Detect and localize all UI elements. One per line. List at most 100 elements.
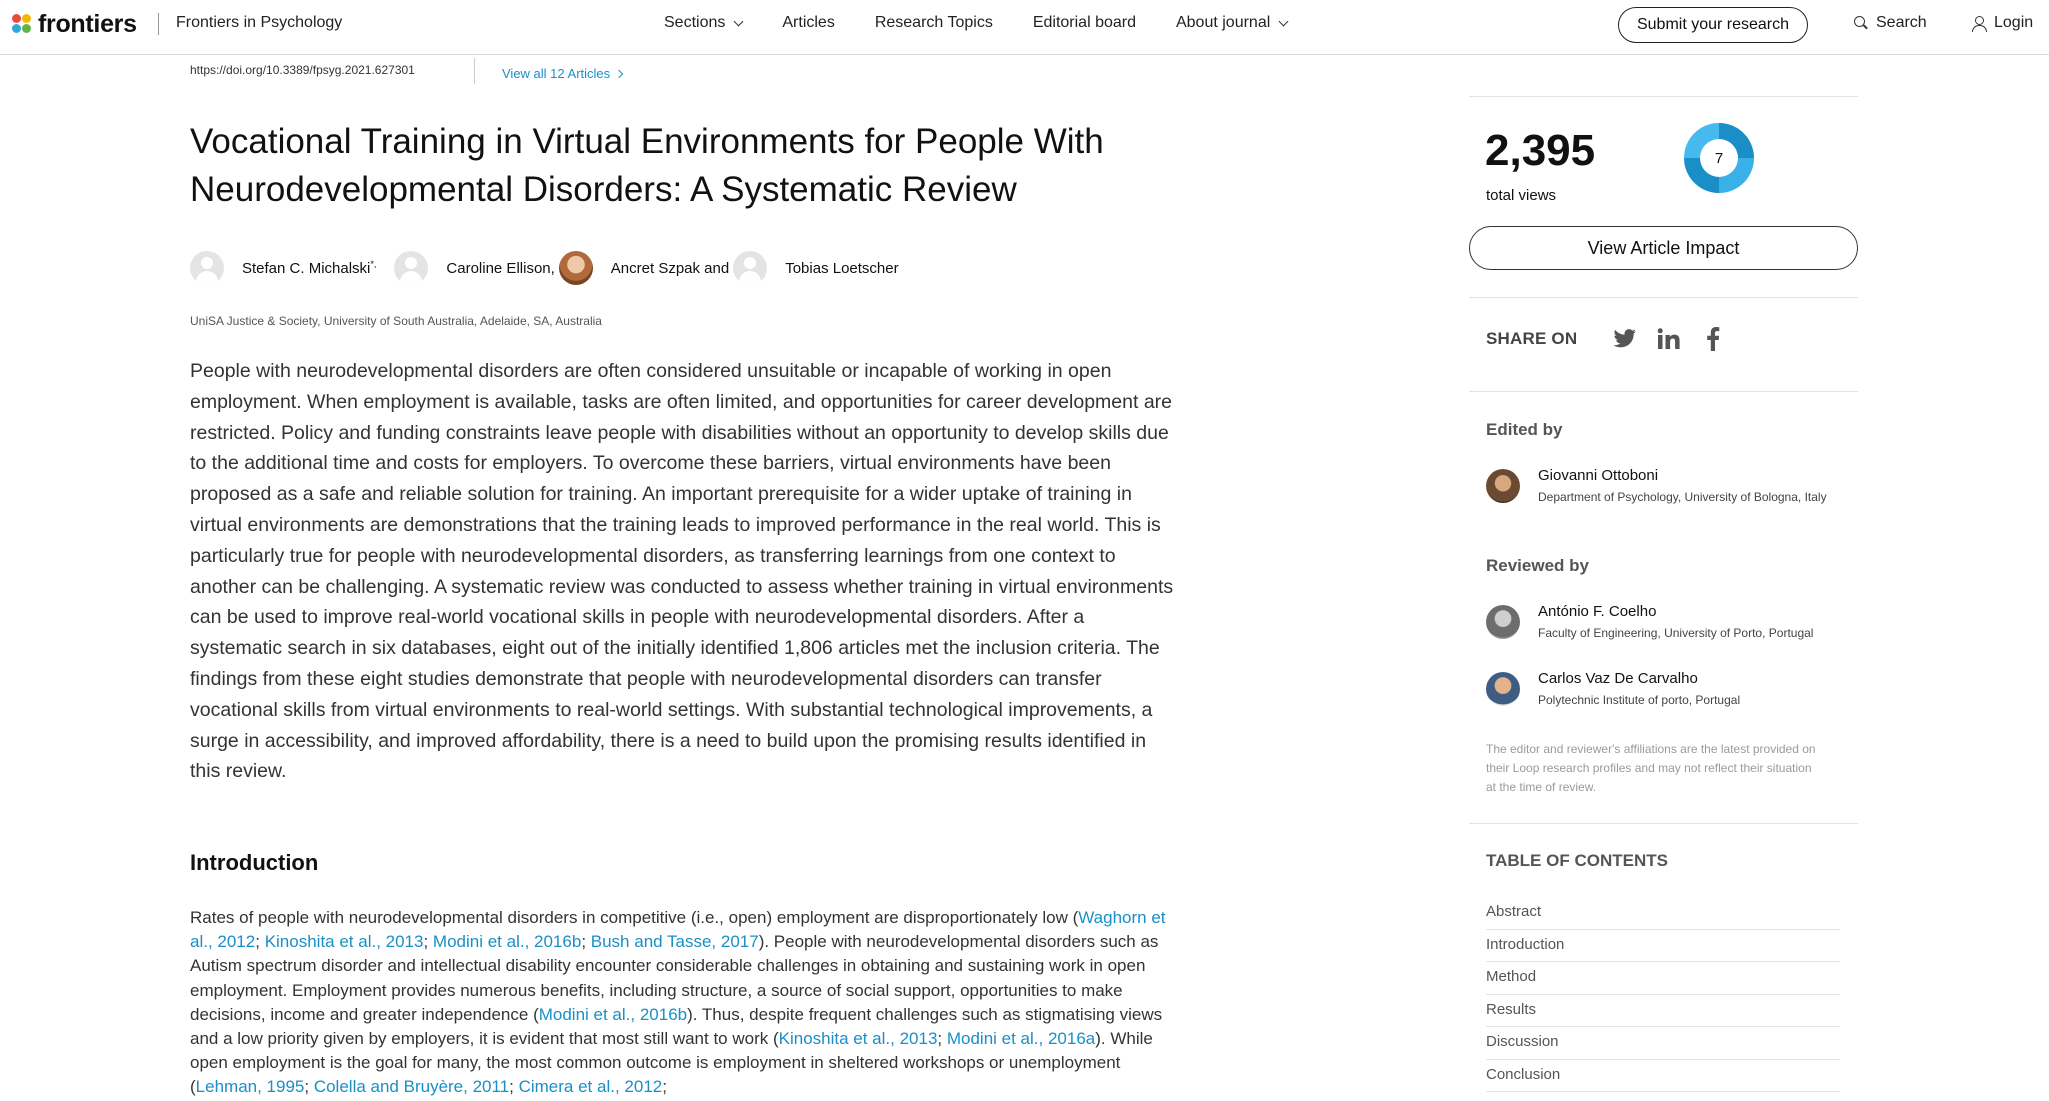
user-icon	[1972, 15, 1987, 32]
citation-link[interactable]: Bush and Tasse, 2017	[591, 932, 759, 951]
intro-text: ;	[662, 1077, 667, 1097]
facebook-icon[interactable]	[1700, 326, 1726, 352]
toc-item-abstract[interactable]: Abstract	[1486, 897, 1840, 930]
nav-item-label: About journal	[1175, 14, 1271, 31]
chevron-down-icon	[1278, 16, 1289, 26]
share-icons	[1612, 326, 1726, 352]
reviewer-affiliation: Faculty of Engineering, University of Po…	[1538, 626, 1814, 640]
edited-by-heading: Edited by	[1486, 420, 1563, 439]
citation-link[interactable]: Modini et al., 2016b	[539, 1005, 687, 1024]
sidebar-divider	[1469, 391, 1858, 392]
author-affiliation: UniSA Justice & Society, University of S…	[190, 314, 602, 328]
total-views-count: 2,395	[1485, 126, 1596, 175]
table-of-contents: Abstract Introduction Method Results Dis…	[1486, 897, 1840, 1092]
nav-item-label: Articles	[782, 14, 835, 31]
toc-item-results[interactable]: Results	[1486, 995, 1840, 1027]
toc-item-introduction[interactable]: Introduction	[1486, 930, 1840, 962]
twitter-icon[interactable]	[1612, 326, 1638, 352]
article-title: Vocational Training in Virtual Environme…	[190, 122, 1104, 209]
intro-text: ;	[304, 1077, 314, 1097]
sidebar-divider	[1469, 297, 1858, 298]
frontiers-logo-icon	[12, 13, 34, 36]
search-icon	[1854, 16, 1868, 30]
citation-link[interactable]: Lehman, 1995	[196, 1077, 305, 1096]
intro-text: ;	[423, 932, 433, 952]
intro-text: ;	[509, 1077, 519, 1097]
header-divider	[158, 13, 159, 35]
toc-item-conclusion[interactable]: Conclusion	[1486, 1060, 1840, 1092]
nav-item-about-journal[interactable]: About journal	[1175, 14, 1289, 32]
search-label: Search	[1876, 14, 1927, 31]
share-label: SHARE ON	[1486, 329, 1578, 348]
main-nav: Sections Articles Research Topics Editor…	[664, 14, 1327, 32]
doi-link[interactable]: https://doi.org/10.3389/fpsyg.2021.62730…	[190, 63, 415, 77]
intro-text: ;	[937, 1029, 947, 1049]
nav-item-label: Editorial board	[1032, 14, 1136, 31]
chevron-down-icon	[733, 16, 744, 26]
journal-name-link[interactable]: Frontiers in Psychology	[176, 14, 342, 32]
nav-item-research-topics[interactable]: Research Topics	[875, 14, 993, 32]
nav-item-editorial-board[interactable]: Editorial board	[1033, 14, 1136, 32]
citation-link[interactable]: Modini et al., 2016a	[947, 1029, 1095, 1048]
reviewer-avatar	[1486, 672, 1520, 706]
citation-link[interactable]: Colella and Bruyère, 2011	[314, 1077, 509, 1096]
reviewer-name: António F. Coelho	[1538, 603, 1657, 620]
intro-text: ;	[255, 932, 265, 952]
nav-item-label: Sections	[664, 14, 726, 31]
author-list: Stefan C. Michalski*, Caroline Ellison, …	[190, 250, 917, 286]
reviewer-affiliation: Polytechnic Institute of porto, Portugal	[1538, 693, 1741, 707]
sidebar-divider	[1469, 823, 1858, 824]
editor-entry[interactable]: Giovanni Ottoboni Department of Psycholo…	[1486, 465, 1858, 506]
introduction-heading: Introduction	[190, 850, 319, 875]
author-link[interactable]: Ancret Szpak and	[611, 260, 729, 277]
total-views-label: total views	[1486, 187, 1557, 204]
top-navigation-bar: frontiers Frontiers in Psychology Sectio…	[0, 0, 2049, 55]
editor-name: Giovanni Ottoboni	[1538, 467, 1659, 484]
author-avatar[interactable]	[190, 251, 224, 285]
toc-item-method[interactable]: Method	[1486, 962, 1840, 995]
author-name: Stefan C. Michalski	[242, 260, 371, 277]
intro-text: ;	[581, 932, 591, 952]
author-marker: *,	[370, 259, 377, 269]
frontiers-logo[interactable]: frontiers	[12, 10, 137, 39]
view-all-articles-link[interactable]: View all 12 Articles	[502, 66, 624, 81]
search-button[interactable]: Search	[1854, 14, 1927, 32]
nav-item-articles[interactable]: Articles	[782, 14, 834, 32]
introduction-text: Rates of people with neurodevelopmental …	[190, 906, 1180, 1100]
author-avatar[interactable]	[733, 251, 768, 285]
nav-item-sections[interactable]: Sections	[664, 14, 744, 32]
altmetric-score: 7	[1700, 139, 1738, 177]
meta-divider	[474, 58, 475, 84]
altmetric-donut[interactable]: 7	[1684, 123, 1754, 193]
author-link[interactable]: Stefan C. Michalski*,	[242, 259, 376, 277]
editor-affiliation: Department of Psychology, University of …	[1538, 490, 1827, 504]
view-article-impact-button[interactable]: View Article Impact	[1469, 226, 1858, 270]
view-all-label: View all 12 Articles	[502, 66, 611, 81]
toc-item-discussion[interactable]: Discussion	[1486, 1027, 1840, 1060]
citation-link[interactable]: Kinoshita et al., 2013	[779, 1029, 938, 1048]
reviewed-by-heading: Reviewed by	[1486, 556, 1589, 575]
sidebar-divider	[1469, 96, 1858, 97]
author-avatar[interactable]	[394, 251, 429, 285]
affiliation-disclaimer: The editor and reviewer's affiliations a…	[1486, 742, 1816, 794]
citation-link[interactable]: Kinoshita et al., 2013	[265, 932, 424, 951]
reviewer-entry[interactable]: António F. Coelho Faculty of Engineering…	[1486, 601, 1858, 642]
login-label: Login	[1994, 14, 2034, 31]
abstract-text: People with neurodevelopmental disorders…	[190, 360, 1174, 783]
reviewer-avatar	[1486, 605, 1520, 639]
chevron-right-icon	[614, 69, 624, 78]
logo-text: frontiers	[38, 10, 137, 38]
linkedin-icon[interactable]	[1656, 326, 1682, 352]
login-button[interactable]: Login	[1972, 14, 2033, 32]
intro-text: Rates of people with neurodevelopmental …	[190, 908, 1079, 927]
reviewer-entry[interactable]: Carlos Vaz De Carvalho Polytechnic Insti…	[1486, 668, 1858, 709]
citation-link[interactable]: Modini et al., 2016b	[433, 932, 581, 951]
table-of-contents-heading: TABLE OF CONTENTS	[1486, 851, 1668, 870]
citation-link[interactable]: Cimera et al., 2012	[519, 1077, 663, 1096]
author-link[interactable]: Caroline Ellison,	[446, 260, 554, 277]
reviewer-name: Carlos Vaz De Carvalho	[1538, 670, 1698, 687]
author-avatar[interactable]	[558, 251, 593, 285]
editor-avatar	[1486, 469, 1520, 503]
submit-research-button[interactable]: Submit your research	[1618, 7, 1808, 43]
author-link[interactable]: Tobias Loetscher	[785, 260, 898, 277]
